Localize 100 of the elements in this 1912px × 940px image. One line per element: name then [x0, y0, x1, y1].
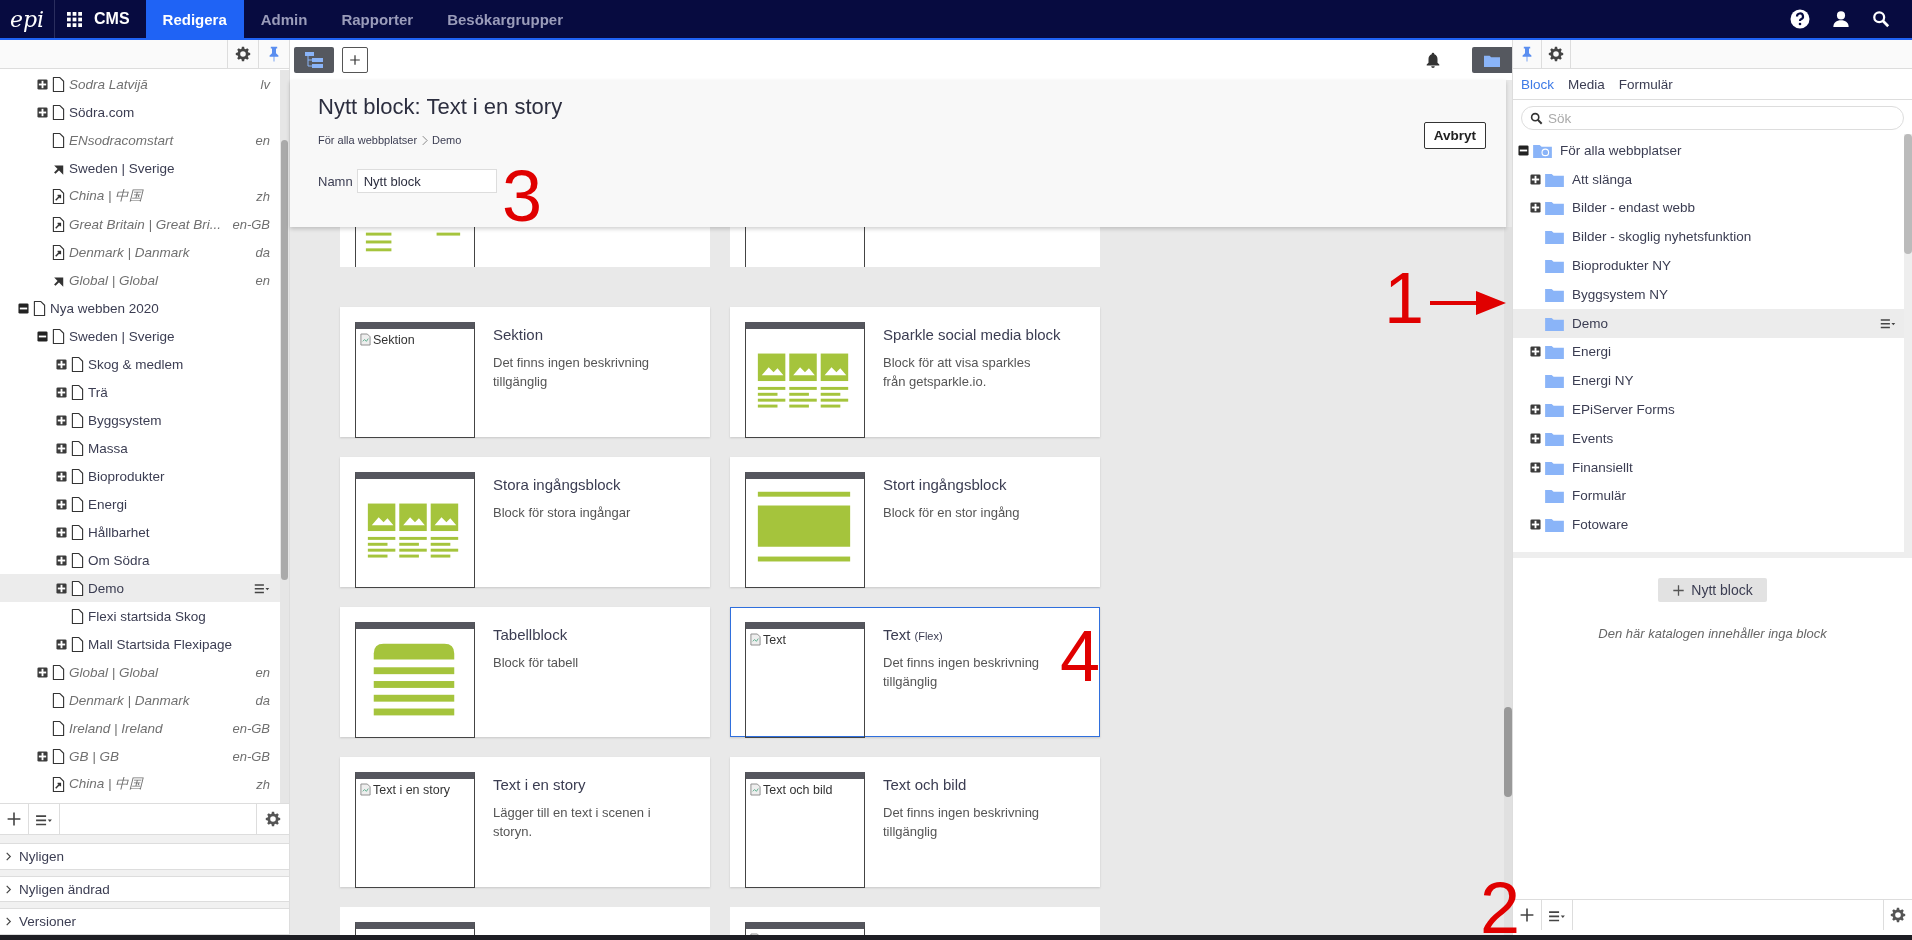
tree-item[interactable]: Global | Global en	[0, 658, 280, 686]
block-type-card[interactable]: Stort ingångsblock Block för en stor ingång	[730, 457, 1100, 587]
app-grid-icon[interactable]	[67, 11, 82, 27]
tree-item[interactable]: Bioprodukter	[0, 462, 280, 490]
folder-item[interactable]: Events	[1513, 423, 1904, 453]
folder-item[interactable]: Energi	[1513, 337, 1904, 367]
tree-item[interactable]: Energi	[0, 490, 280, 518]
nav-tab[interactable]: Redigera	[145, 0, 244, 38]
accordion-header[interactable]: Nyligen	[0, 843, 289, 870]
expand-icon[interactable]	[56, 358, 67, 370]
expand-icon[interactable]	[56, 554, 67, 566]
tree-item[interactable]: Trä	[0, 378, 280, 406]
tree-item[interactable]: Denmark | Danmark da	[0, 686, 280, 714]
folder-item[interactable]: Fotoware	[1513, 510, 1904, 540]
tree-item[interactable]: Hållbarhet	[0, 518, 280, 546]
tree-item[interactable]: Byggsystem	[0, 406, 280, 434]
expand-icon[interactable]	[37, 78, 48, 90]
expand-icon[interactable]	[1530, 519, 1541, 531]
new-block-button[interactable]: Nytt block	[1658, 578, 1767, 602]
panel-tab[interactable]: Media	[1568, 76, 1605, 92]
name-input[interactable]: Nytt block	[356, 169, 497, 193]
tree-item[interactable]: Mall Startsida Flexipage	[0, 630, 280, 658]
block-type-card[interactable]: Tabellblock Block för tabell	[340, 607, 710, 737]
expand-icon[interactable]	[37, 750, 48, 762]
scrollbar-thumb[interactable]	[1904, 134, 1912, 254]
tree-item[interactable]: Sodra Latvijā lv	[0, 70, 280, 98]
expand-icon[interactable]	[1530, 346, 1541, 358]
add-icon[interactable]	[1519, 907, 1535, 923]
block-type-card[interactable]: Stora ingångsblock Block för stora ingångar	[340, 457, 710, 587]
user-icon[interactable]	[1832, 10, 1850, 28]
collapse-icon[interactable]	[1518, 144, 1529, 156]
expand-icon[interactable]	[37, 106, 48, 118]
folder-item[interactable]: Demo	[1513, 308, 1904, 338]
accordion-header[interactable]: Nyligen ändrad	[0, 875, 289, 903]
add-icon[interactable]	[6, 811, 22, 827]
tree-item[interactable]: GB | GB en-GB	[0, 742, 280, 770]
nav-tab[interactable]: Admin	[243, 0, 325, 38]
collapse-icon[interactable]	[37, 330, 48, 342]
expand-icon[interactable]	[56, 386, 67, 398]
accordion-header[interactable]: Versioner	[0, 908, 289, 935]
expand-icon[interactable]	[56, 582, 67, 594]
tree-item[interactable]: Ireland | Ireland en-GB	[0, 714, 280, 742]
search-field[interactable]: Sök	[1521, 106, 1904, 130]
context-menu-icon[interactable]	[254, 581, 270, 595]
nav-tab[interactable]: Rapporter	[324, 0, 431, 38]
scrollbar-thumb[interactable]	[1504, 707, 1512, 797]
add-button[interactable]	[342, 47, 368, 73]
folder-item[interactable]: Bilder - skoglig nyhetsfunktion	[1513, 222, 1904, 252]
breadcrumb-link[interactable]: Demo	[432, 134, 462, 146]
breadcrumb-link[interactable]: För alla webbplatser	[318, 134, 418, 146]
folder-item[interactable]: Att slänga	[1513, 164, 1904, 194]
collapse-icon[interactable]	[18, 302, 29, 314]
tree-item[interactable]: Great Britain | Great Bri... en-GB	[0, 210, 280, 238]
bell-icon[interactable]	[1424, 51, 1442, 69]
nav-tab[interactable]: Besökargrupper	[430, 0, 580, 38]
tree-item[interactable]: Södra.com	[0, 98, 280, 126]
panel-tab[interactable]: Block	[1521, 76, 1554, 92]
expand-icon[interactable]	[1530, 202, 1541, 214]
expand-icon[interactable]	[56, 414, 67, 426]
expand-icon[interactable]	[56, 470, 67, 482]
settings-icon[interactable]	[265, 811, 281, 827]
expand-icon[interactable]	[56, 498, 67, 510]
tree-item[interactable]: Skog & medlem	[0, 350, 280, 378]
expand-icon[interactable]	[1530, 432, 1541, 444]
panel-tab[interactable]: Formulär	[1618, 76, 1673, 92]
block-type-card[interactable]: Text i en story Text i en story Lägger till en text i scenen i storyn.	[340, 757, 710, 887]
tree-item[interactable]: Sweden | Sverige	[0, 322, 280, 350]
expand-icon[interactable]	[56, 638, 67, 650]
tree-item[interactable]: China | 中国 zh	[0, 770, 280, 798]
folder-item[interactable]: Bioprodukter NY	[1513, 251, 1904, 280]
folder-item[interactable]: Byggsystem NY	[1513, 280, 1904, 309]
context-menu-icon[interactable]	[1880, 316, 1896, 331]
settings-icon[interactable]	[1890, 907, 1906, 923]
folder-item[interactable]: Energi NY	[1513, 366, 1904, 396]
logo[interactable]: epi	[0, 0, 55, 38]
cancel-button[interactable]: Avbryt	[1423, 122, 1486, 149]
tree-item[interactable]: Global | Global en	[0, 266, 280, 294]
tree-item[interactable]: Om Södra	[0, 546, 280, 574]
tree-item[interactable]: Denmark | Danmark da	[0, 238, 280, 266]
tree-toggle-button[interactable]	[294, 47, 334, 73]
folder-item[interactable]: Formulär	[1513, 481, 1904, 511]
folder-item[interactable]: EPiServer Forms	[1513, 395, 1904, 424]
block-type-card[interactable]: Sektion Sektion Det finns ingen beskrivning tillgänglig	[340, 307, 710, 437]
tree-item[interactable]: Sweden | Sverige	[0, 154, 280, 182]
block-type-card[interactable]: Text och bild Text och bild Det finns ingen beskrivning tillgänglig	[730, 757, 1100, 887]
tree-item[interactable]: Flexi startsida Skog	[0, 602, 280, 630]
expand-icon[interactable]	[56, 526, 67, 538]
tree-item[interactable]: Massa	[0, 434, 280, 462]
scrollbar-thumb[interactable]	[281, 140, 288, 580]
tree-item[interactable]: China | 中国 zh	[0, 182, 280, 210]
tree-item[interactable]: ENsodracomstart en	[0, 126, 280, 154]
folder-item[interactable]: Bilder - endast webb	[1513, 193, 1904, 223]
tree-item[interactable]: Nya webben 2020	[0, 294, 280, 322]
folder-item[interactable]: Finansiellt	[1513, 452, 1904, 482]
help-icon[interactable]	[1790, 9, 1810, 29]
expand-icon[interactable]	[1530, 461, 1541, 473]
expand-icon[interactable]	[1530, 404, 1541, 416]
tree-item[interactable]: Demo	[0, 574, 280, 602]
expand-icon[interactable]	[56, 442, 67, 454]
assets-toggle-button[interactable]	[1472, 47, 1512, 73]
